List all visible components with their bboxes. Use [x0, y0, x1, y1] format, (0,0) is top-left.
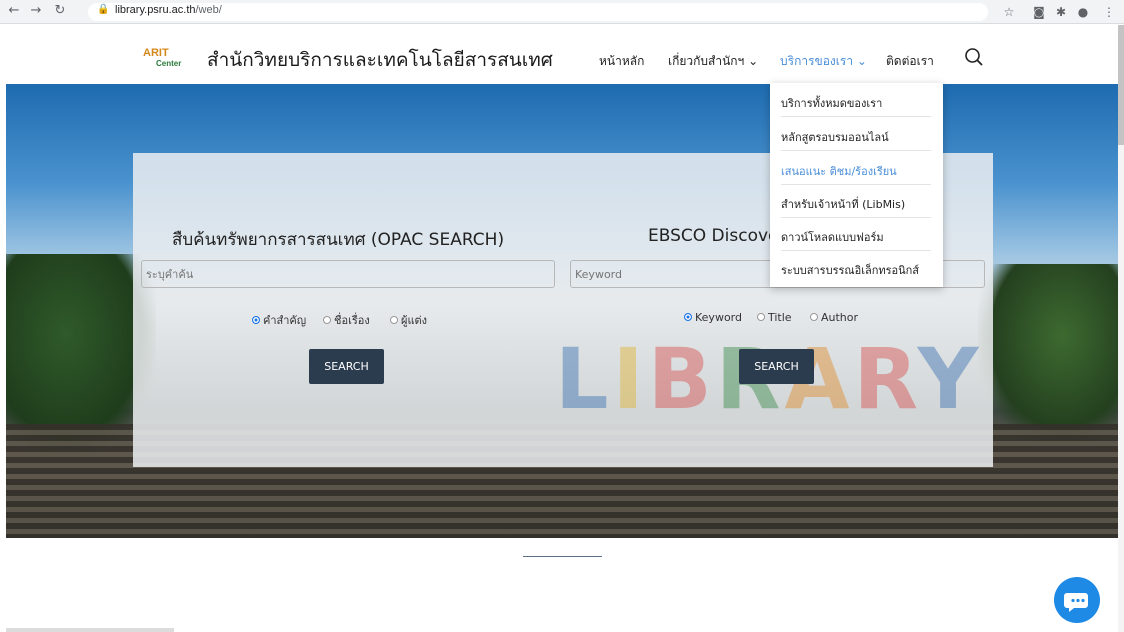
radio-selected-icon — [684, 313, 692, 321]
dropdown-item-download-forms[interactable]: ดาวน์โหลดแบบฟอร์ม — [781, 228, 931, 246]
opac-search-input[interactable] — [141, 260, 555, 288]
url-path: /web/ — [195, 4, 222, 16]
reload-icon[interactable]: ↻ — [52, 3, 68, 19]
radio-icon — [390, 316, 398, 324]
menu-about[interactable]: เกี่ยวกับสำนักฯ ⌄ — [668, 52, 758, 71]
dropdown-item-feedback[interactable]: เสนอแนะ ติชม/ร้องเรียน — [781, 162, 931, 180]
ebsco-search-button[interactable]: SEARCH — [739, 349, 814, 384]
scrollbar-thumb[interactable] — [1118, 25, 1124, 145]
services-dropdown: บริการทั้งหมดของเรา หลักสูตรอบรมออนไลน์ … — [770, 83, 943, 287]
dropdown-item-e-document-system[interactable]: ระบบสารบรรณอิเล็กทรอนิกส์ — [781, 261, 931, 279]
dropdown-item-libmis[interactable]: สำหรับเจ้าหน้าที่ (LibMis) — [781, 195, 931, 213]
opac-option-keyword[interactable]: คำสำคัญ — [252, 311, 306, 329]
url-text[interactable]: library.psru.ac.th/web/ — [115, 4, 222, 16]
opac-search-button[interactable]: SEARCH — [309, 349, 384, 384]
opac-title: สืบค้นทรัพยากรสารสนเทศ (OPAC SEARCH) — [172, 230, 505, 250]
site-title[interactable]: สำนักวิทยบริการและเทคโนโลยีสารสนเทศ — [207, 45, 553, 75]
lock-icon: 🔒 — [97, 4, 110, 15]
bottom-scroll-indicator — [6, 628, 174, 632]
page-scrollbar[interactable] — [1118, 25, 1124, 632]
radio-icon — [810, 313, 818, 321]
dropdown-divider — [781, 150, 931, 151]
opac-option-author[interactable]: ผู้แต่ง — [390, 311, 427, 329]
chat-button[interactable] — [1054, 577, 1100, 623]
ebsco-option-keyword-label: Keyword — [695, 311, 742, 324]
ebsco-option-title[interactable]: Title — [757, 311, 792, 324]
dropdown-divider — [781, 250, 931, 251]
opac-option-title-label: ชื่อเรื่อง — [334, 314, 370, 327]
search-icon[interactable] — [963, 46, 985, 68]
ebsco-option-title-label: Title — [768, 311, 792, 324]
logo-line2: Center — [156, 59, 182, 68]
address-bar[interactable] — [88, 3, 988, 21]
dropdown-divider — [781, 116, 931, 117]
browser-toolbar: ← → ↻ 🔒 library.psru.ac.th/web/ ☆ ◙ ✱ ● … — [0, 0, 1124, 24]
dropdown-item-online-courses[interactable]: หลักสูตรอบรมออนไลน์ — [781, 128, 931, 146]
profile-icon[interactable]: ● — [1074, 3, 1092, 21]
ebsco-option-author[interactable]: Author — [810, 311, 858, 324]
dropdown-item-all-services[interactable]: บริการทั้งหมดของเรา — [781, 94, 931, 112]
star-icon[interactable]: ☆ — [1000, 3, 1018, 21]
opac-option-title[interactable]: ชื่อเรื่อง — [323, 311, 370, 329]
menu-services[interactable]: บริการของเรา ⌄ — [780, 52, 867, 71]
ebsco-title: EBSCO Discove — [648, 226, 779, 246]
menu-home[interactable]: หน้าหลัก — [599, 52, 644, 71]
tree-right — [978, 264, 1118, 444]
camera-icon[interactable]: ◙ — [1030, 3, 1048, 21]
opac-option-keyword-label: คำสำคัญ — [263, 314, 307, 327]
puzzle-icon[interactable]: ✱ — [1052, 3, 1070, 21]
radio-icon — [757, 313, 765, 321]
chat-icon — [1064, 593, 1088, 612]
arit-logo[interactable]: ARIT Center — [143, 47, 187, 69]
ebsco-option-keyword[interactable]: Keyword — [684, 311, 742, 324]
menu-dots-icon[interactable]: ⋮ — [1100, 3, 1118, 21]
radio-icon — [323, 316, 331, 324]
radio-selected-icon — [252, 316, 260, 324]
forward-icon[interactable]: → — [28, 3, 44, 19]
site-header: ARIT Center สำนักวิทยบริการและเทคโนโลยีส… — [0, 25, 1124, 85]
ebsco-option-author-label: Author — [821, 311, 859, 324]
url-host: library.psru.ac.th — [115, 4, 196, 16]
opac-option-author-label: ผู้แต่ง — [401, 314, 428, 327]
menu-contact[interactable]: ติดต่อเรา — [886, 52, 934, 71]
logo-line1: ARIT — [143, 47, 169, 59]
back-icon[interactable]: ← — [6, 3, 22, 19]
dropdown-divider — [781, 184, 931, 185]
section-divider — [523, 556, 602, 557]
dropdown-divider — [781, 217, 931, 218]
